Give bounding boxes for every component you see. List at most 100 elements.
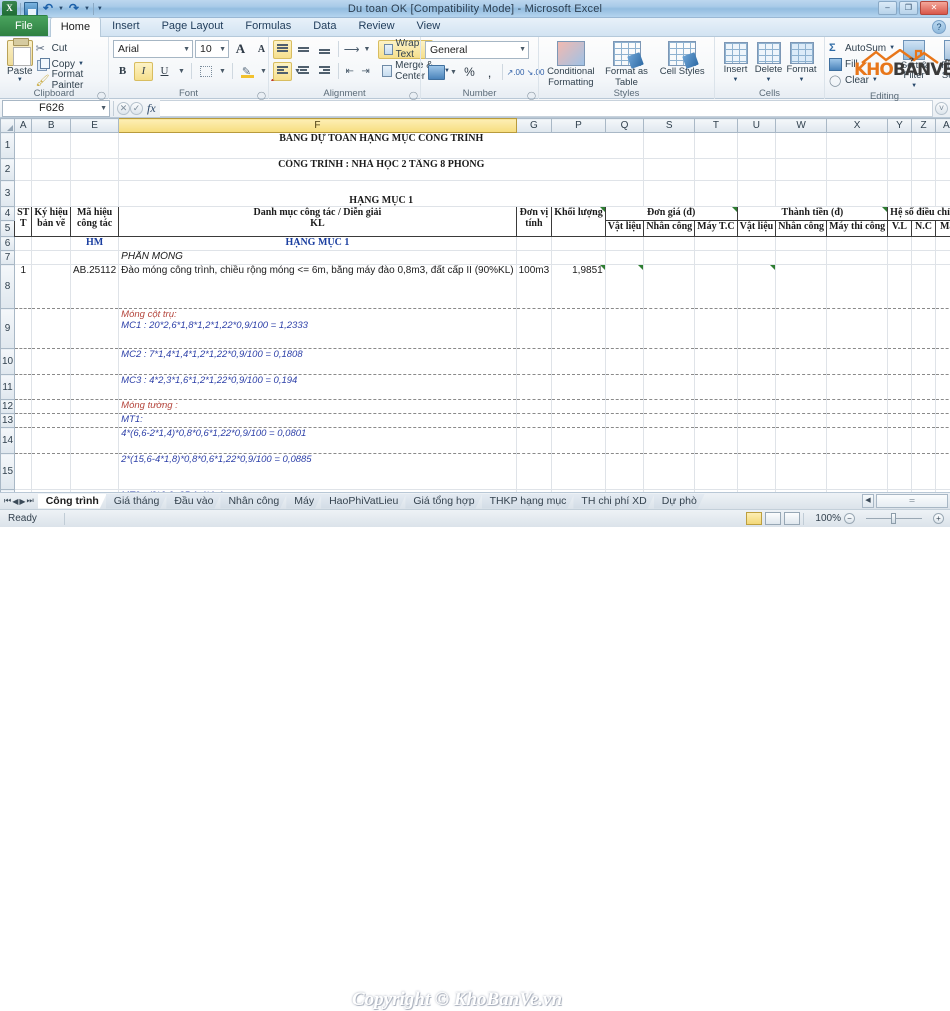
header-heso-may[interactable]: Máy xyxy=(936,221,950,237)
formula-mt1-a[interactable]: 4*(6,6-2*1,4)*0,8*0,6*1,22*0,9/100 = 0,0… xyxy=(121,428,513,439)
header-kyhieu-banve[interactable]: Ký hiệu bản vẽ xyxy=(32,207,71,237)
column-header-Y[interactable]: Y xyxy=(888,119,912,133)
orientation-dropdown-icon[interactable]: ▼ xyxy=(363,40,372,59)
column-header-U[interactable]: U xyxy=(737,119,776,133)
zoom-out-button[interactable]: − xyxy=(844,513,855,524)
column-header-S[interactable]: S xyxy=(644,119,695,133)
row-header-11[interactable]: 11 xyxy=(1,375,15,400)
column-header-W[interactable]: W xyxy=(776,119,827,133)
paste-button[interactable]: Paste ▼ xyxy=(4,39,36,83)
header-stt[interactable]: ST T xyxy=(15,207,32,237)
sheet-tab-gia-thang[interactable]: Giá tháng xyxy=(106,494,168,509)
minimize-button[interactable]: – xyxy=(878,1,897,15)
font-family-combo[interactable]: Arial ▼ xyxy=(113,40,193,58)
row-header-12[interactable]: 12 xyxy=(1,400,15,414)
sheet-title-sub[interactable]: CÔNG TRÌNH : NHÀ HỌC 2 TẦNG 8 PHÒNG xyxy=(119,159,644,181)
delete-cells-button[interactable]: Delete ▼ xyxy=(752,42,785,85)
ribbon-tab-formulas[interactable]: Formulas xyxy=(234,16,302,36)
formula-mc2[interactable]: MC2 : 7*1,4*1,4*1,2*1,22*0,9/100 = 0,180… xyxy=(121,349,513,360)
delete-dropdown-icon[interactable]: ▼ xyxy=(752,75,785,85)
close-button[interactable]: ✕ xyxy=(920,1,948,15)
sheet-tab-dau-vao[interactable]: Đầu vào xyxy=(166,494,221,509)
decrease-indent-button[interactable]: ⇤ xyxy=(343,62,357,81)
format-painter-button[interactable]: Format Painter xyxy=(36,73,104,87)
ribbon-tab-view[interactable]: View xyxy=(406,16,452,36)
label-mt1[interactable]: MT1: xyxy=(121,414,143,425)
maximize-button[interactable]: ❐ xyxy=(899,1,918,15)
last-sheet-icon[interactable]: ⏭ xyxy=(27,496,34,506)
number-dialog-launcher-icon[interactable]: ◯ xyxy=(527,91,535,99)
sheet-tab-th-chi-phi-xd[interactable]: TH chi phí XD xyxy=(573,494,654,509)
bold-button[interactable]: B xyxy=(113,62,132,81)
font-size-combo[interactable]: 10 ▼ xyxy=(195,40,229,58)
horizontal-scrollbar[interactable]: ◀ ⚌ xyxy=(862,494,948,508)
cancel-entry-icon[interactable]: ✕ xyxy=(117,102,130,115)
ribbon-tab-file[interactable]: File xyxy=(0,15,48,36)
column-header-A[interactable]: A xyxy=(15,119,32,133)
row-header-15[interactable]: 15 xyxy=(1,454,15,490)
sheet-tab-nhan-cong[interactable]: Nhân công xyxy=(220,494,287,509)
page-layout-view-icon[interactable] xyxy=(765,512,781,525)
row-header-9[interactable]: 9 xyxy=(1,309,15,349)
page-break-view-icon[interactable] xyxy=(784,512,800,525)
cell-khoi-luong[interactable]: 1,9851 xyxy=(552,265,606,309)
zoom-slider[interactable] xyxy=(858,512,930,525)
confirm-entry-icon[interactable]: ✓ xyxy=(130,102,143,115)
sheet-tab-du-phong[interactable]: Dự phò xyxy=(654,494,705,509)
row-header-6[interactable]: 6 xyxy=(1,237,15,251)
ribbon-tab-review[interactable]: Review xyxy=(347,16,405,36)
row-header-8[interactable]: 8 xyxy=(1,265,15,309)
row-header-2[interactable]: 2 xyxy=(1,159,15,181)
sheet-tab-hao-phi-vat-lieu[interactable]: HaoPhiVatLieu xyxy=(321,494,406,509)
header-thanhtien-nhancong[interactable]: Nhân công xyxy=(776,221,827,237)
zoom-in-button[interactable]: + xyxy=(933,513,944,524)
format-as-table-button[interactable]: Format as Table xyxy=(599,41,655,88)
align-top-button[interactable] xyxy=(273,40,292,59)
sheet-tab-cong-trinh[interactable]: Công trình xyxy=(38,494,107,509)
cell-don-vi[interactable]: 100m3 xyxy=(516,265,552,309)
formula-input[interactable] xyxy=(160,100,933,117)
percent-format-button[interactable]: % xyxy=(460,63,479,82)
underline-button[interactable]: U xyxy=(155,62,174,81)
align-middle-button[interactable] xyxy=(294,40,313,59)
column-header-Z[interactable]: Z xyxy=(911,119,936,133)
clipboard-dialog-launcher-icon[interactable]: ◯ xyxy=(97,91,105,99)
comma-format-button[interactable]: , xyxy=(480,63,499,82)
increase-indent-button[interactable]: ⇥ xyxy=(359,62,373,81)
ribbon-tab-insert[interactable]: Insert xyxy=(101,16,151,36)
row-header-5[interactable]: 5 xyxy=(1,221,15,237)
header-don-gia[interactable]: Đơn giá (đ) xyxy=(605,207,737,221)
sheet-title-section[interactable]: HẠNG MỤC 1 xyxy=(119,181,644,207)
fill-color-button[interactable]: ✎ xyxy=(237,62,256,81)
zoom-thumb[interactable] xyxy=(891,513,896,524)
column-header-X[interactable]: X xyxy=(827,119,888,133)
increase-decimal-button[interactable]: ↗.00 xyxy=(506,63,525,82)
format-dropdown-icon[interactable]: ▼ xyxy=(785,75,818,85)
ribbon-tab-data[interactable]: Data xyxy=(302,16,347,36)
cell-ma-hieu[interactable]: AB.25112 xyxy=(70,265,118,309)
expand-formula-bar-icon[interactable]: ˅ xyxy=(935,102,948,115)
header-dongia-maytc[interactable]: Máy T.C xyxy=(695,221,737,237)
borders-button[interactable] xyxy=(196,62,215,81)
formula-mt1-b[interactable]: 2*(15,6-4*1,8)*0,8*0,6*1,22*0,9/100 = 0,… xyxy=(121,454,513,465)
orientation-button[interactable]: ⟶ xyxy=(343,40,361,59)
accounting-dropdown-icon[interactable]: ▼ xyxy=(448,63,459,82)
next-sheet-icon[interactable]: ▶ xyxy=(19,497,25,506)
alignment-dialog-launcher-icon[interactable]: ◯ xyxy=(409,91,417,99)
row-header-10[interactable]: 10 xyxy=(1,349,15,375)
cell-styles-button[interactable]: Cell Styles xyxy=(654,41,710,78)
header-thanhtien-vatlieu[interactable]: Vật liệu xyxy=(737,221,776,237)
header-donvi-tinh[interactable]: Đơn vị tính xyxy=(516,207,552,237)
align-right-button[interactable] xyxy=(315,62,334,81)
column-header-B[interactable]: B xyxy=(32,119,71,133)
align-bottom-button[interactable] xyxy=(315,40,334,59)
align-center-button[interactable] xyxy=(294,62,313,81)
cell-danh-muc[interactable]: Đào móng công trình, chiều rộng móng <= … xyxy=(119,265,516,309)
formula-mc3[interactable]: MC3 : 4*2,3*1,6*1,2*1,22*0,9/100 = 0,194 xyxy=(121,375,513,386)
row-header-3[interactable]: 3 xyxy=(1,181,15,207)
help-icon[interactable]: ? xyxy=(932,20,946,34)
italic-button[interactable]: I xyxy=(134,62,153,81)
row-header-13[interactable]: 13 xyxy=(1,414,15,428)
label-mong-tuong[interactable]: Móng tường : xyxy=(121,400,178,411)
cut-button[interactable]: Cut xyxy=(36,41,104,55)
